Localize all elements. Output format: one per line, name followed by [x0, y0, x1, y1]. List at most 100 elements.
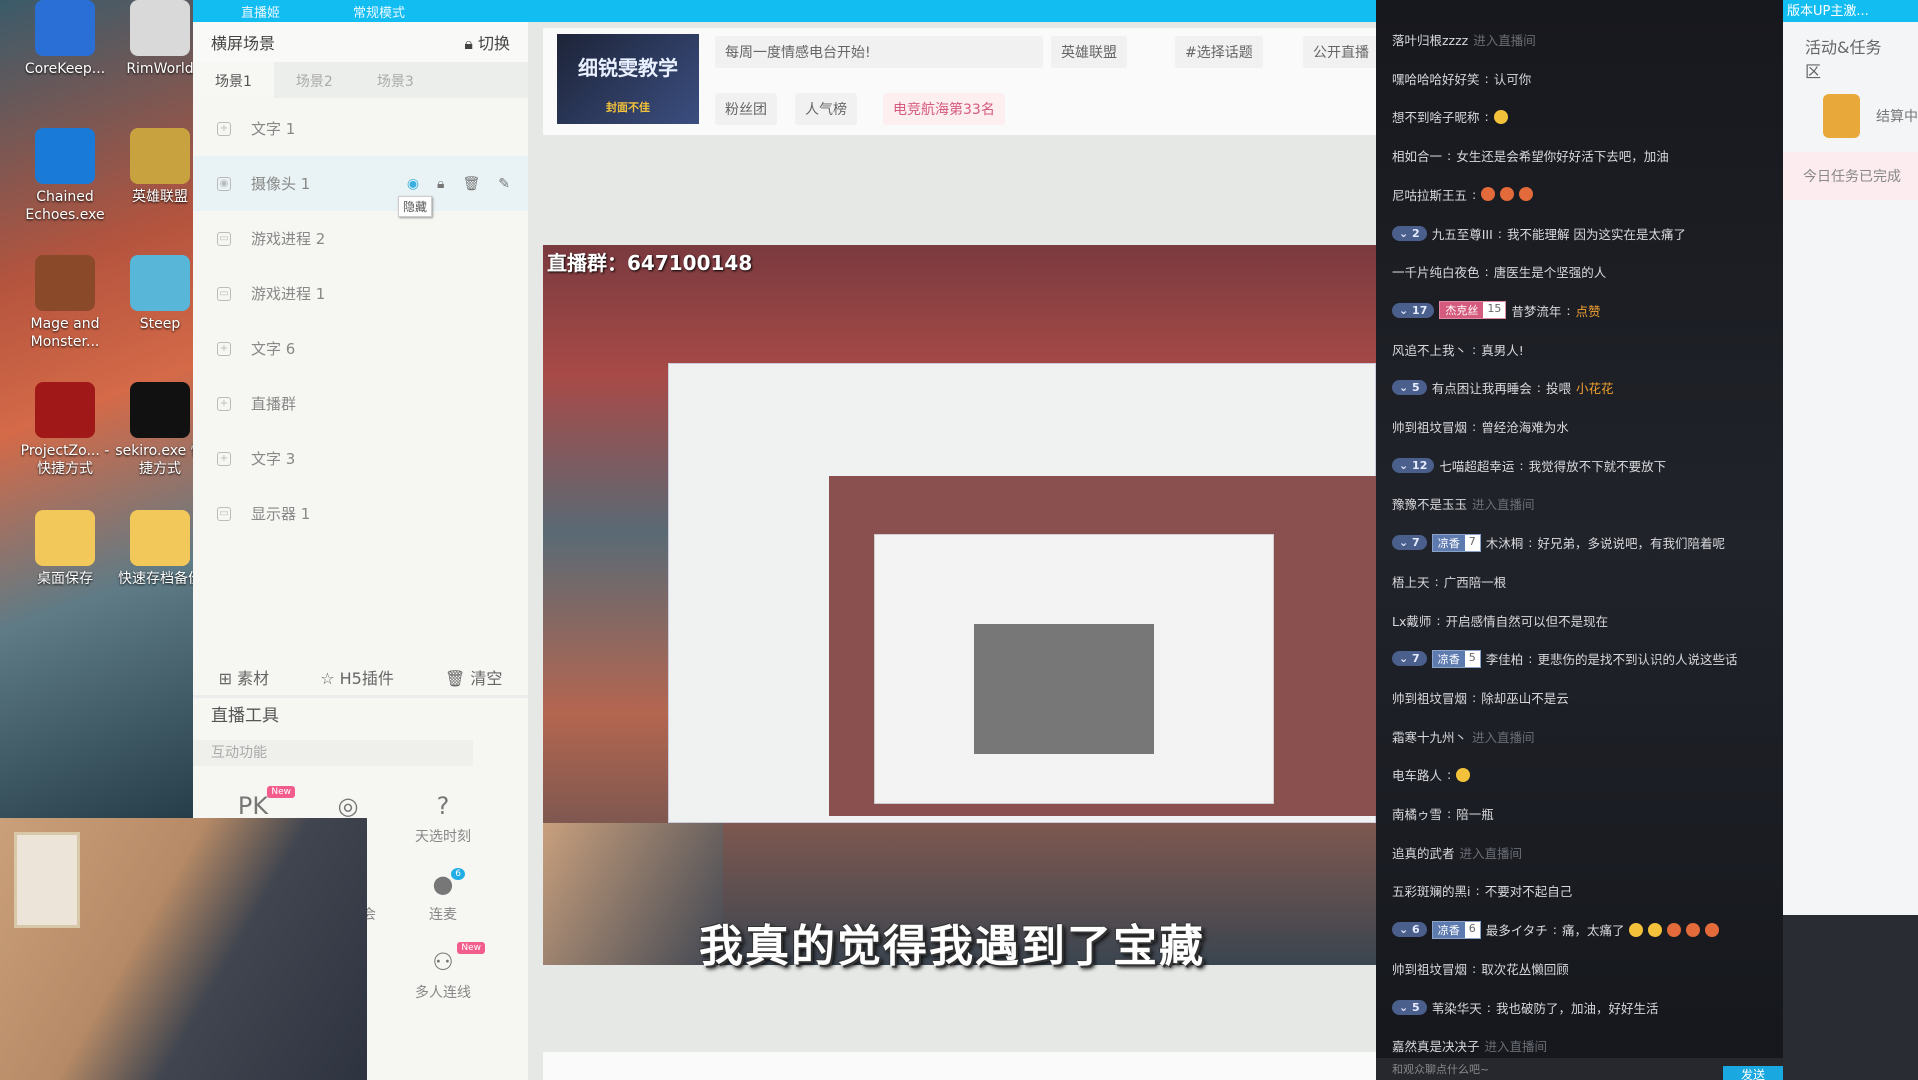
cover-image[interactable]: 细锐雯教学 封面不佳 [557, 34, 699, 124]
chat-username[interactable]: 五彩斑斓的黑i [1392, 881, 1470, 900]
desktop-icon[interactable]: 桌面保存 [20, 510, 110, 588]
chat-username[interactable]: 有点困让我再睡会 [1432, 378, 1532, 397]
public-live-button[interactable]: 公开直播 [1303, 36, 1383, 68]
material-button[interactable]: ⊞ 素材 [219, 665, 270, 689]
edit-icon[interactable]: ✎ [498, 176, 510, 192]
source-item[interactable]: + 直播群 [193, 376, 528, 431]
chat-panel: 落叶归根zzzz 进入直播间 嘿哈哈哈好好笑: 认可你 想不到啥子昵称: 相如合一: 女生还… [1376, 0, 1783, 1080]
desktop-icon[interactable]: 英雄联盟 [115, 128, 205, 206]
chat-username[interactable]: 七喵超超幸运 [1439, 456, 1514, 475]
desktop-icon[interactable]: 快速存档备份 [115, 510, 205, 588]
h5-plugin-button[interactable]: ☆ H5插件 [320, 665, 394, 689]
scene-tab[interactable]: 场景1 [193, 62, 274, 98]
app-title-bar: 直播姬 常规模式 [193, 0, 1376, 22]
source-item[interactable]: + 文字 3 [193, 431, 528, 486]
rank-badge[interactable]: 电竞航海第33名 [883, 93, 1005, 125]
chat-username[interactable]: 电车路人 [1392, 765, 1442, 784]
chat-username[interactable]: 帅到祖坟冒烟 [1392, 688, 1467, 707]
bottom-toolbar[interactable] [543, 1052, 1376, 1080]
chat-username[interactable]: 木沐桐 [1486, 533, 1524, 552]
text-icon: + [217, 451, 231, 466]
lock-icon[interactable]: 🔒︎ [437, 176, 444, 192]
chat-username[interactable]: 想不到啥子昵称 [1392, 107, 1480, 126]
live-preview: 直播群：647100148 [543, 245, 1376, 965]
fans-button[interactable]: 粉丝团 [715, 93, 777, 125]
room-title-input[interactable]: 每周一度情感电台开始! [715, 36, 1043, 68]
chat-username[interactable]: 梧上天 [1392, 572, 1430, 591]
chat-username[interactable]: 嘉然真是决决子 [1392, 1036, 1480, 1055]
chat-text: 我不能理解 因为这实在是太痛了 [1506, 226, 1686, 242]
chat-username[interactable]: 豫豫不是玉玉 [1392, 494, 1467, 513]
chat-username[interactable]: 苇染华天 [1432, 998, 1482, 1017]
desktop-icon[interactable]: Steep [115, 255, 205, 333]
chat-input[interactable]: 和观众聊点什么吧~ [1376, 1058, 1783, 1080]
desktop-icon-label: sekiro.exe 快捷方式 [115, 443, 205, 477]
chat-message: 帅到祖坟冒烟: 除却巫山不是云 [1392, 688, 1569, 707]
chat-username[interactable]: Lx戴师 [1392, 611, 1431, 630]
category-button[interactable]: 英雄联盟 [1051, 36, 1127, 68]
desktop-icon-label: RimWorld [126, 61, 194, 77]
chat-text: 进入直播间 [1472, 729, 1535, 745]
desktop-icon[interactable]: Mage and Monster... [20, 255, 110, 351]
chat-username[interactable]: 尼咕拉斯王五 [1392, 185, 1467, 204]
source-item[interactable]: + 文字 1 [193, 101, 528, 156]
chat-username[interactable]: 风追不上我丶 [1392, 340, 1467, 359]
trash-icon[interactable]: 🗑︎ [462, 176, 480, 192]
chat-text: 认可你 [1493, 71, 1532, 87]
clear-button[interactable]: 🗑︎ 清空 [445, 665, 502, 689]
desktop-icon[interactable]: RimWorld [115, 0, 205, 78]
chat-username[interactable]: 一千片纯白夜色 [1392, 262, 1480, 281]
eye-icon[interactable]: ◉ [407, 176, 419, 192]
source-item[interactable]: ◉ 摄像头 1 ◉ 🔒︎ 🗑︎ ✎ 隐藏 [193, 156, 528, 217]
chat-username[interactable]: 九五至尊III [1432, 224, 1493, 243]
user-level-badge: ⌄ 5 [1392, 380, 1427, 396]
chat-username[interactable]: 落叶归根zzzz [1392, 30, 1468, 49]
switch-button[interactable]: 🔒︎ 切换 [464, 30, 510, 54]
chat-username[interactable]: 霜寒十九州丶 [1392, 727, 1467, 746]
chat-message: 尼咕拉斯王五: [1392, 185, 1534, 204]
chat-text: 投喂 [1545, 381, 1571, 397]
scene-title: 横屏场景 [211, 34, 276, 53]
source-item[interactable]: ▭ 游戏进程 1 [193, 266, 528, 321]
desktop-icon[interactable]: CoreKeep... [20, 0, 110, 78]
tool-item[interactable]: ⚇ 多人连线 New [393, 942, 493, 1002]
new-badge: New [457, 942, 485, 954]
chat-message: 五彩斑斓的黑i: 不要对不起自己 [1392, 881, 1573, 900]
topic-button[interactable]: #选择话题 [1175, 36, 1263, 68]
source-item[interactable]: ▭ 游戏进程 2 [193, 211, 528, 266]
main-area: 细锐雯教学 封面不佳 每周一度情感电台开始! 英雄联盟 #选择话题 公开直播 粉… [528, 22, 1383, 1080]
chat-text: 进入直播间 [1473, 33, 1536, 48]
mode-selector[interactable]: 常规模式 [353, 2, 405, 21]
desktop-icon[interactable]: ProjectZo... - 快捷方式 [20, 382, 110, 478]
tool-item[interactable]: ? 天选时刻 [393, 792, 493, 846]
desktop-icon[interactable]: sekiro.exe 快捷方式 [115, 382, 205, 478]
chat-username[interactable]: 帅到祖坟冒烟 [1392, 417, 1467, 436]
emoji-icon [1481, 187, 1496, 202]
activity-thumbnail[interactable] [1823, 94, 1860, 138]
chat-username[interactable]: 南橘ゥ雪 [1392, 804, 1442, 823]
chat-username[interactable]: 昔梦流年 [1511, 301, 1561, 320]
material-label: 素材 [237, 668, 270, 688]
popular-button[interactable]: 人气榜 [795, 93, 857, 125]
source-item[interactable]: ▭ 显示器 1 [193, 486, 528, 541]
app-icon [130, 510, 190, 566]
chat-message: ⌄ 5 苇染华天: 我也破防了，加油，好好生活 [1392, 998, 1658, 1017]
send-button[interactable]: 发送 [1723, 1066, 1783, 1080]
tool-label: 天选时刻 [415, 829, 471, 845]
chat-username[interactable]: 帅到祖坟冒烟 [1392, 959, 1467, 978]
desktop-icon[interactable]: Chained Echoes.exe [20, 128, 110, 224]
chat-message: 梧上天: 广西陪一根 [1392, 572, 1507, 591]
chat-username[interactable]: 最多イタチ [1486, 920, 1548, 939]
source-item[interactable]: + 文字 6 [193, 321, 528, 376]
chat-username[interactable]: 嘿哈哈哈好好笑 [1392, 69, 1480, 88]
chat-username[interactable]: 追真的武者 [1392, 843, 1455, 862]
scene-tab[interactable]: 场景3 [355, 62, 436, 98]
tool-item[interactable]: ● 连麦 6 [393, 868, 493, 924]
chat-message: 风追不上我丶: 真男人! [1392, 340, 1524, 359]
chat-text: 不要对不起自己 [1484, 884, 1573, 900]
scene-tab[interactable]: 场景2 [274, 62, 355, 98]
chat-username[interactable]: 相如合一 [1392, 146, 1442, 165]
chat-username[interactable]: 李佳柏 [1486, 649, 1524, 668]
clear-label: 清空 [470, 668, 503, 688]
text-icon: + [217, 396, 231, 411]
